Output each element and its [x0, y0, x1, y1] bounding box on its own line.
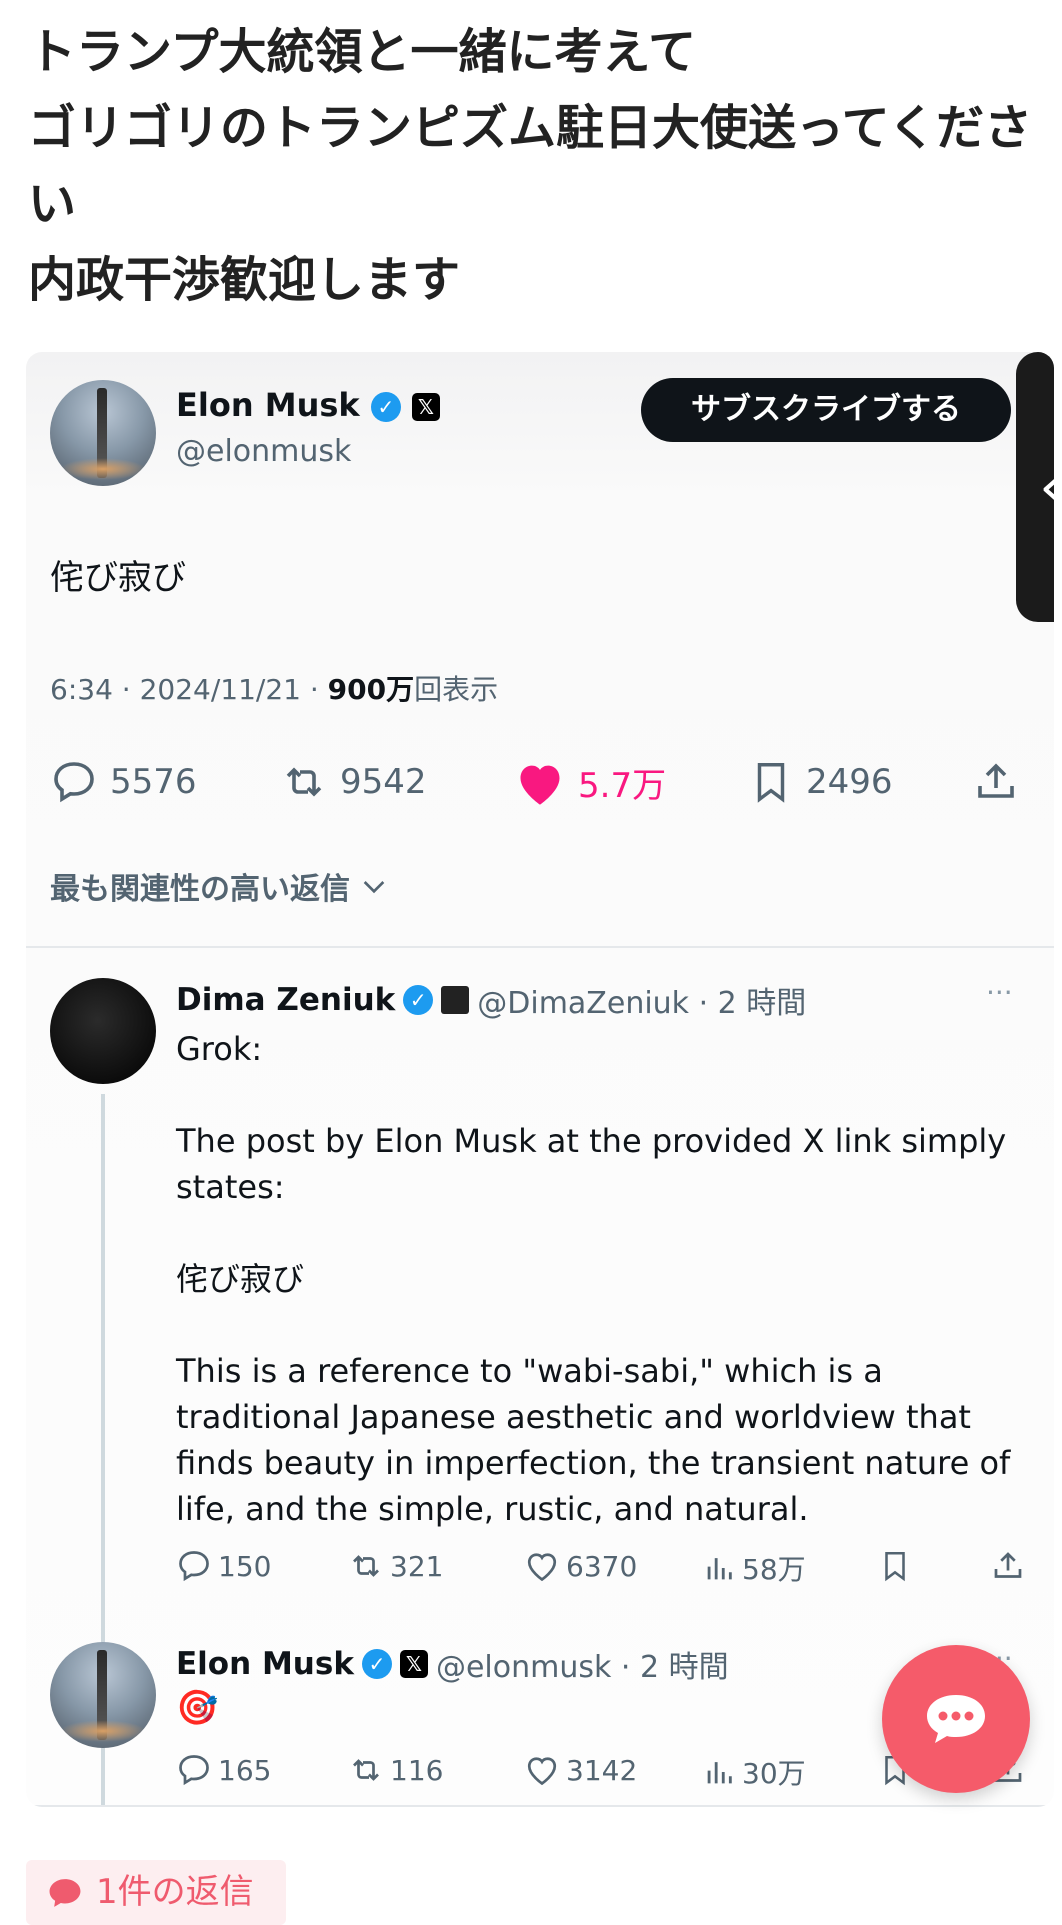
- affiliate-logo-icon: [441, 986, 470, 1014]
- card-bottom-divider: [26, 1805, 1054, 1807]
- side-drawer-toggle[interactable]: ‹: [1016, 352, 1054, 622]
- reply-count: 5576: [110, 762, 197, 802]
- views-count: 30万: [742, 1757, 806, 1790]
- like-count: 6370: [566, 1549, 638, 1583]
- bookmark-action[interactable]: [878, 1548, 912, 1584]
- reply-icon: [179, 1551, 209, 1582]
- retweet-count: 9542: [340, 762, 427, 802]
- reply1-handle-time[interactable]: @DimaZeniuk · 2 時間: [477, 978, 806, 1022]
- views-action[interactable]: 30万: [702, 1752, 806, 1792]
- bookmark-count: 2496: [806, 762, 893, 802]
- share-icon: [994, 1552, 1022, 1578]
- views-label: 回表示: [414, 673, 499, 706]
- reply2-name-text: Elon Musk: [176, 1646, 354, 1682]
- reply1-author-name[interactable]: Dima Zeniuk ✓ @DimaZeniuk · 2 時間: [176, 978, 806, 1022]
- verified-badge-icon: ✓: [361, 1649, 392, 1679]
- bookmark-action[interactable]: 2496: [748, 758, 893, 806]
- share-action[interactable]: [990, 1548, 1026, 1584]
- tweet-timestamp[interactable]: 6:34 · 2024/11/21 ·: [50, 673, 328, 706]
- x-logo-icon: 𝕏: [399, 1650, 428, 1678]
- dima-avatar[interactable]: [50, 978, 156, 1084]
- like-action[interactable]: 5.7万: [514, 758, 666, 807]
- reply-icon: [179, 1755, 209, 1786]
- chat-bubble-icon: [927, 1695, 985, 1743]
- comment-bubble-icon: [49, 1878, 81, 1907]
- reply-count-label: 1件の返信: [96, 1872, 254, 1912]
- tweet-author-name[interactable]: Elon Musk ✓ 𝕏: [176, 386, 440, 424]
- x-logo-icon: 𝕏: [411, 393, 440, 421]
- retweet-action[interactable]: 116: [348, 1752, 443, 1788]
- elon-avatar[interactable]: [50, 380, 156, 486]
- retweet-icon: [286, 767, 322, 797]
- bookmark-icon: [885, 1551, 905, 1582]
- like-count: 3142: [566, 1753, 638, 1787]
- tweet-meta: 6:34 · 2024/11/21 · 900万回表示: [50, 668, 498, 708]
- like-count: 5.7万: [578, 766, 667, 806]
- relevant-replies-label: 最も関連性の高い返信: [50, 872, 350, 907]
- retweet-icon: [353, 1555, 379, 1577]
- reply2-handle-time[interactable]: @elonmusk · 2 時間: [436, 1642, 729, 1686]
- divider: [26, 946, 1054, 948]
- author-name-text: Elon Musk: [176, 386, 360, 424]
- share-action[interactable]: [972, 758, 1020, 806]
- share-icon: [978, 763, 1014, 798]
- views-bar-chart-icon: [707, 1558, 732, 1580]
- embedded-tweet-card[interactable]: Elon Musk ✓ 𝕏 @elonmusk サブスクライブする ‹ 侘び寂び…: [26, 352, 1054, 1807]
- reply-icon: [54, 762, 94, 803]
- views-count: 58万: [742, 1553, 806, 1586]
- like-action[interactable]: 3142: [524, 1752, 637, 1788]
- reply-action[interactable]: 150: [176, 1548, 271, 1584]
- heart-filled-icon: [520, 765, 560, 805]
- relevant-replies-sort[interactable]: 最も関連性の高い返信: [50, 864, 390, 908]
- reply1-actions: 150 321 6370 58万: [26, 1548, 1054, 1592]
- elon-avatar-small[interactable]: [50, 1642, 156, 1748]
- reply-count: 150: [218, 1549, 272, 1583]
- retweet-count: 321: [390, 1549, 444, 1583]
- reply-count: 165: [218, 1753, 272, 1787]
- views-bar-chart-icon: [707, 1762, 732, 1784]
- verified-badge-icon: ✓: [403, 985, 434, 1015]
- reply2-author-name[interactable]: Elon Musk ✓ 𝕏 @elonmusk · 2 時間: [176, 1642, 729, 1686]
- views-count: 900万: [327, 673, 415, 706]
- reply2-text: 🎯: [176, 1688, 219, 1728]
- bookmark-icon: [757, 763, 785, 803]
- retweet-action[interactable]: 321: [348, 1548, 443, 1584]
- reply-count-badge[interactable]: 1件の返信: [26, 1860, 286, 1925]
- chat-fab-button[interactable]: [882, 1645, 1030, 1793]
- heart-icon: [527, 1553, 557, 1582]
- heart-icon: [527, 1757, 557, 1786]
- reply-action[interactable]: 5576: [50, 758, 197, 806]
- verified-badge-icon: ✓: [370, 392, 401, 422]
- reply1-name-text: Dima Zeniuk: [176, 982, 396, 1018]
- retweet-count: 116: [390, 1753, 444, 1787]
- reply1-text: Grok: The post by Elon Musk at the provi…: [176, 1030, 1011, 1528]
- views-action[interactable]: 58万: [702, 1548, 806, 1588]
- tweet-handle[interactable]: @elonmusk: [176, 434, 351, 469]
- chevron-down-icon: [363, 881, 385, 894]
- tweet-text: 侘び寂び: [50, 558, 186, 598]
- tweet-actions: 5576 9542 5.7万 2496: [26, 752, 1054, 812]
- post-text: トランプ大統領と一緒に考えて ゴリゴリのトランピズム駐日大使送ってください 内政…: [28, 24, 1033, 308]
- reply-action[interactable]: 165: [176, 1752, 271, 1788]
- retweet-icon: [353, 1759, 379, 1781]
- like-action[interactable]: 6370: [524, 1548, 637, 1584]
- retweet-action[interactable]: 9542: [280, 758, 427, 806]
- subscribe-button[interactable]: サブスクライブする: [641, 378, 1011, 442]
- more-options-icon[interactable]: ···: [986, 976, 1013, 1009]
